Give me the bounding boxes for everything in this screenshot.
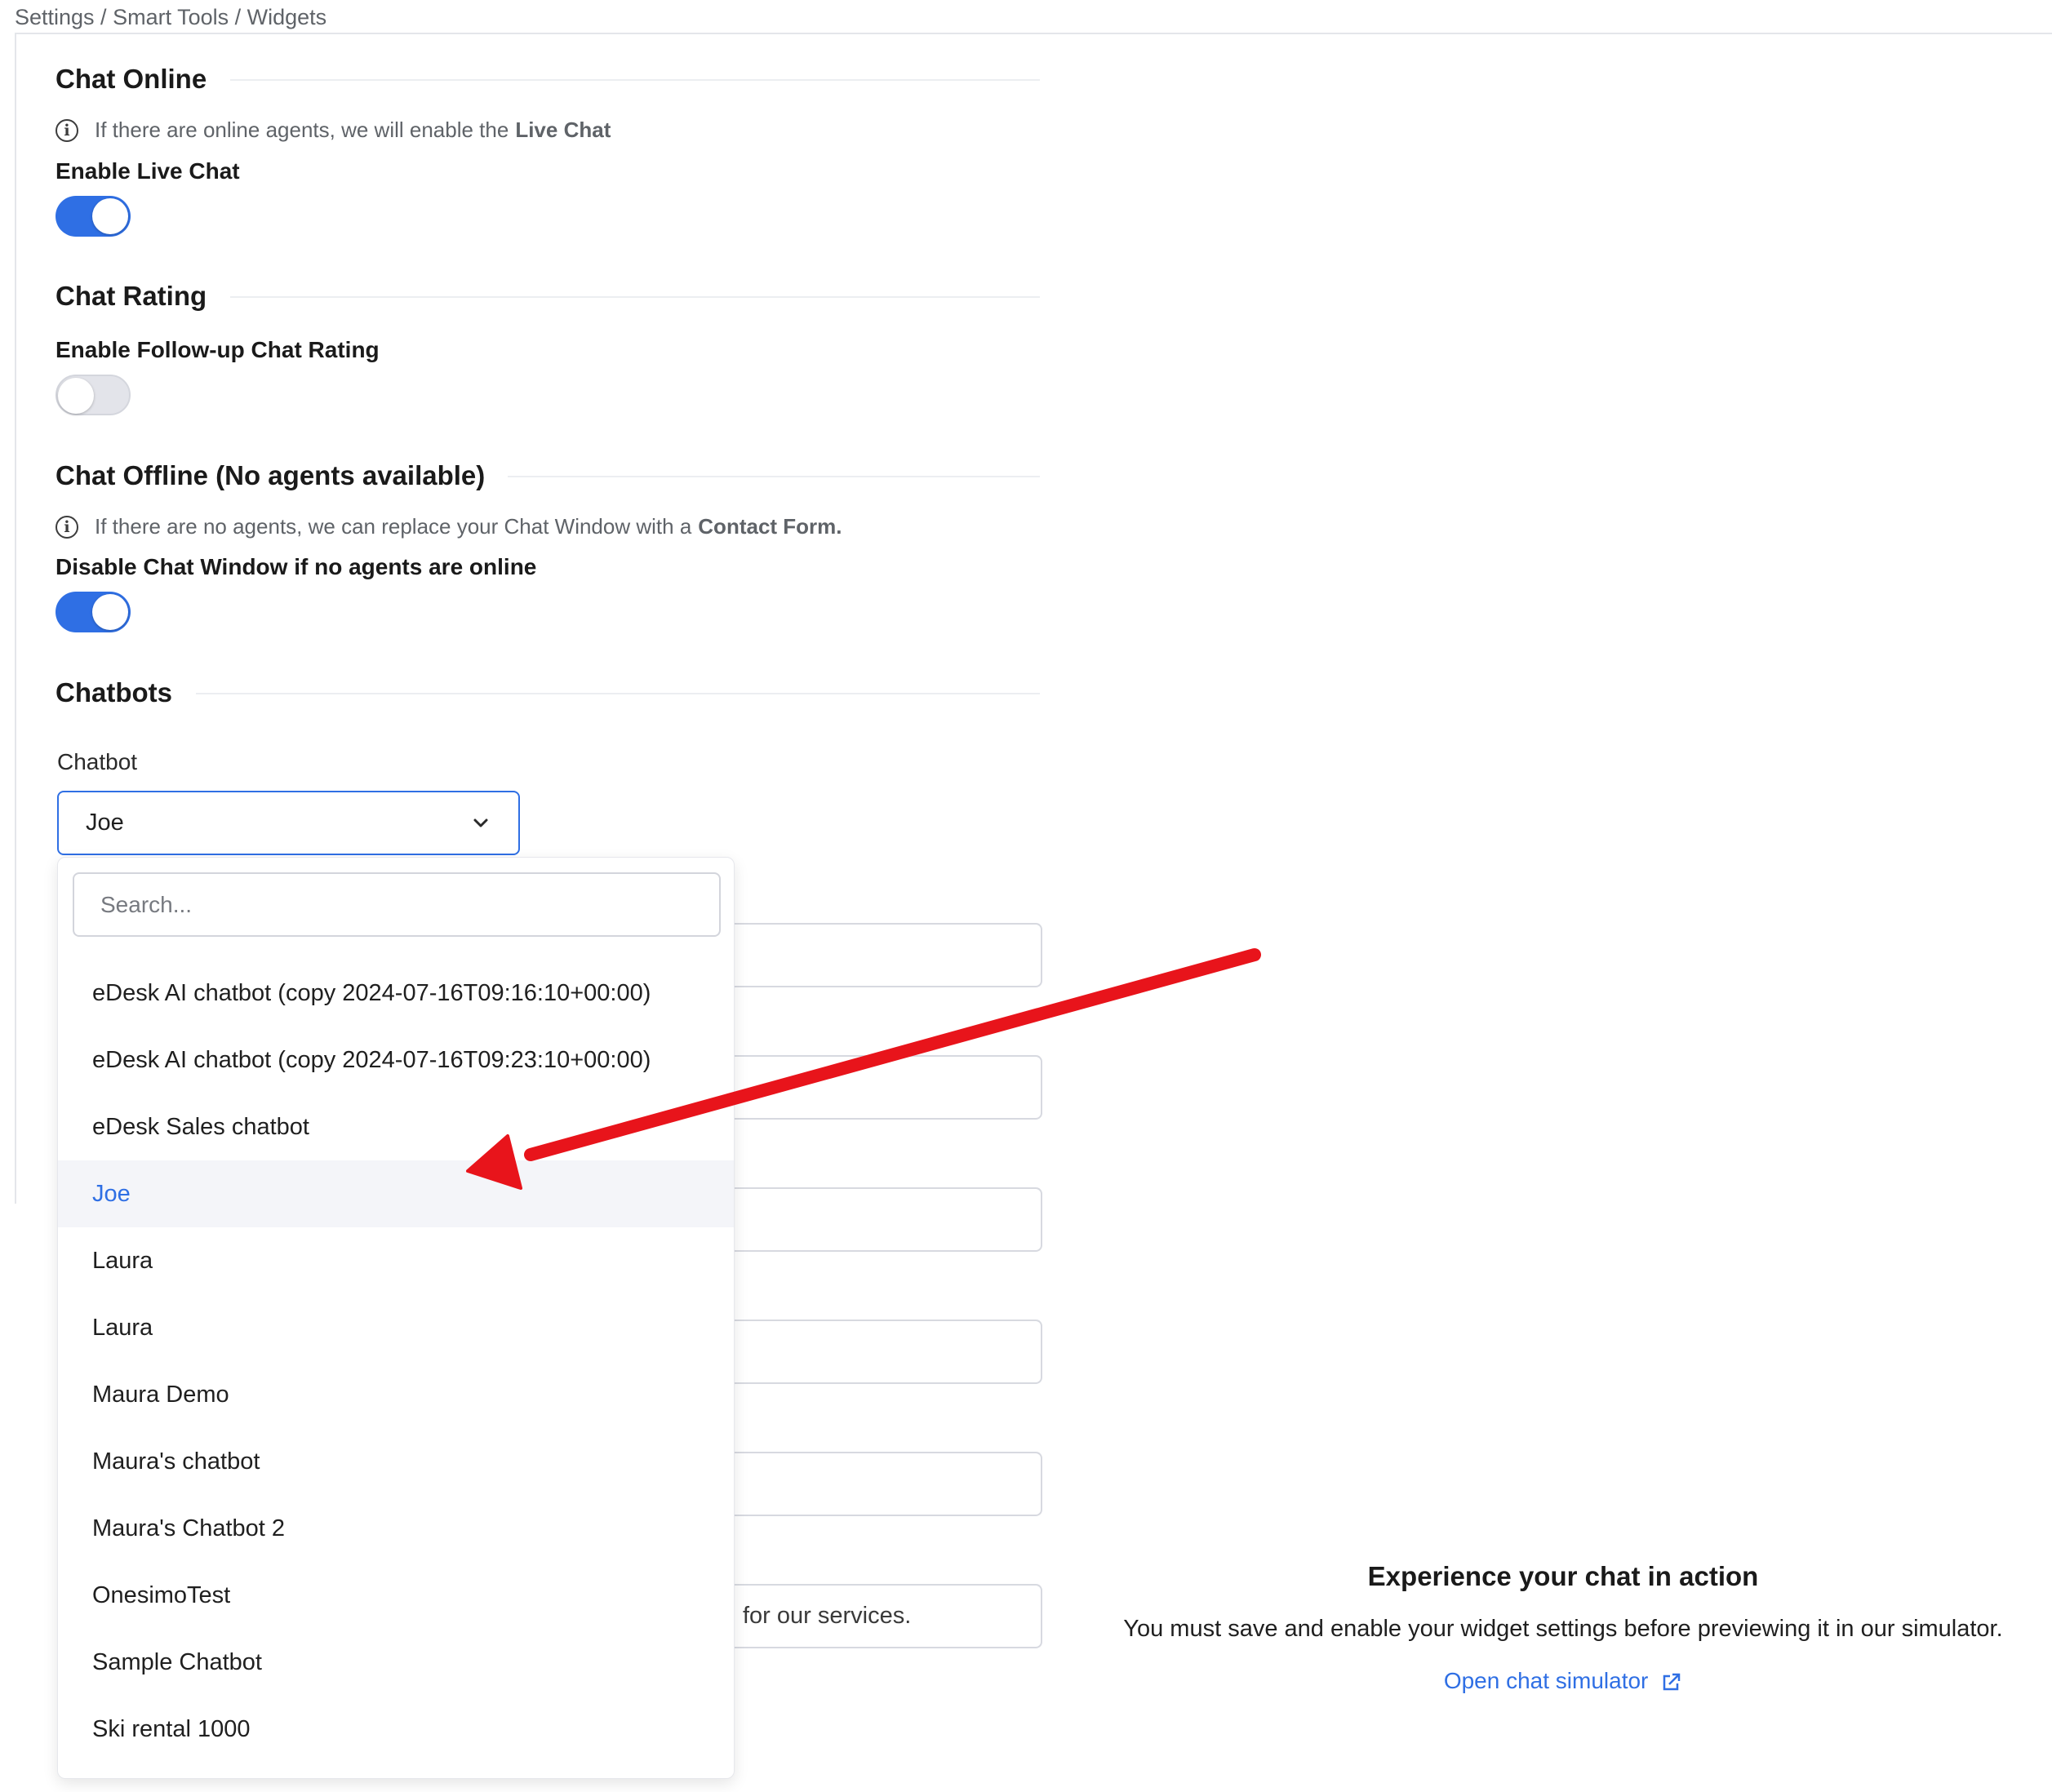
chatbot-label: Chatbot [57, 749, 138, 774]
disable-chat-window-label: Disable Chat Window if no agents are onl… [56, 554, 537, 579]
breadcrumb: Settings / Smart Tools / Widgets [15, 5, 327, 29]
enable-live-chat-label: Enable Live Chat [56, 158, 240, 184]
dropdown-option[interactable]: Maura Demo [58, 1361, 734, 1428]
dropdown-option[interactable]: Ski rental 1000 [58, 1696, 734, 1763]
dropdown-option[interactable]: eDesk AI chatbot (copy 2024-07-16T09:23:… [58, 1027, 734, 1093]
background-input[interactable] [718, 923, 1042, 987]
section-title-chatbots: Chatbots [56, 677, 172, 707]
toggle-knob [92, 594, 128, 630]
dropdown-option[interactable]: OnesimoTest [58, 1562, 734, 1629]
info-text: If there are no agents, we can replace y… [95, 514, 692, 539]
background-input[interactable] [718, 1452, 1042, 1516]
chatbot-select[interactable]: Joe [57, 791, 520, 855]
chatbot-select-value: Joe [86, 810, 124, 836]
preview-title: Experience your chat in action [1367, 1561, 1759, 1591]
dropdown-option[interactable]: Laura [58, 1294, 734, 1361]
background-input[interactable] [718, 1187, 1042, 1252]
panel-border [15, 33, 16, 1204]
section-divider [230, 296, 1040, 298]
section-divider [508, 476, 1040, 477]
info-text-bold: Contact Form. [698, 514, 842, 539]
dropdown-option[interactable]: Laura [58, 1227, 734, 1294]
preview-text: You must save and enable your widget set… [1123, 1616, 2003, 1642]
info-icon: i [56, 515, 78, 539]
background-input-text: for our services. [743, 1603, 912, 1629]
dropdown-option[interactable]: eDesk AI chatbot (copy 2024-07-16T09:16:… [58, 960, 734, 1027]
enable-live-chat-toggle[interactable] [56, 196, 131, 237]
info-text-bold: Live Chat [515, 118, 611, 142]
info-icon: i [56, 118, 78, 142]
toggle-knob [58, 378, 94, 414]
enable-chat-rating-label: Enable Follow-up Chat Rating [56, 337, 380, 362]
dropdown-option[interactable]: eDesk Sales chatbot [58, 1093, 734, 1160]
enable-chat-rating-toggle[interactable] [56, 375, 131, 415]
chatbot-dropdown-panel: eDesk AI chatbot (copy 2024-07-16T09:16:… [57, 857, 735, 1779]
dropdown-option-selected[interactable]: Joe [58, 1160, 734, 1227]
disable-chat-window-toggle[interactable] [56, 592, 131, 632]
section-title-chat-online: Chat Online [56, 64, 207, 94]
section-title-chat-offline: Chat Offline (No agents available) [56, 460, 486, 490]
open-chat-simulator-link[interactable]: Open chat simulator [1110, 1668, 2016, 1694]
dropdown-search-input[interactable] [73, 872, 721, 937]
info-row-chat-online: i If there are online agents, we will en… [56, 118, 611, 143]
dropdown-option[interactable]: Maura's Chatbot 2 [58, 1495, 734, 1562]
section-title-chat-rating: Chat Rating [56, 281, 207, 311]
background-input[interactable] [718, 1320, 1042, 1384]
info-row-chat-offline: i If there are no agents, we can replace… [56, 514, 842, 539]
dropdown-option[interactable]: Sample Chatbot [58, 1629, 734, 1696]
section-divider [196, 693, 1040, 694]
background-input[interactable]: for our services. [718, 1584, 1042, 1648]
background-input[interactable] [718, 1055, 1042, 1120]
section-divider [230, 79, 1040, 81]
chevron-down-icon [473, 818, 488, 827]
dropdown-option[interactable]: Maura's chatbot [58, 1428, 734, 1495]
info-text: If there are online agents, we will enab… [95, 118, 509, 142]
dropdown-options-list: eDesk AI chatbot (copy 2024-07-16T09:16:… [58, 960, 734, 1763]
external-link-icon [1663, 1673, 1681, 1690]
header-divider [15, 33, 2052, 34]
open-chat-simulator-label: Open chat simulator [1443, 1668, 1649, 1693]
toggle-knob [92, 198, 128, 234]
